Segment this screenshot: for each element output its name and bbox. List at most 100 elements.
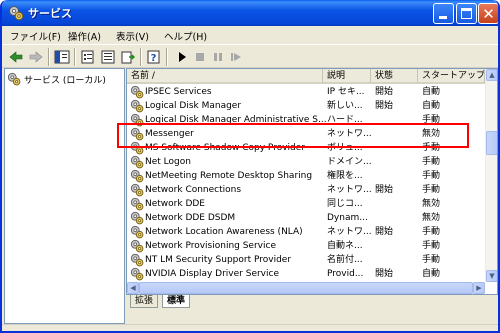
close-icon: ✕: [482, 5, 495, 23]
export-list-icon[interactable]: [120, 49, 136, 65]
service-description: ドメイン...: [327, 157, 371, 167]
service-row[interactable]: Net Logon ドメイン... 手動: [127, 155, 485, 169]
maximize-button[interactable]: [456, 3, 477, 24]
service-description: IP セキ...: [327, 87, 365, 97]
service-startup-type: 手動: [422, 157, 441, 167]
service-description: 名前付...: [327, 255, 363, 265]
service-gear-icon: [130, 197, 144, 211]
service-startup-type: 手動: [422, 227, 441, 237]
title-bar[interactable]: サービス ✕: [2, 0, 498, 26]
service-row[interactable]: Network Connections ネットワ... 開始 手動: [127, 183, 485, 197]
messenger-highlight-box: [117, 123, 469, 148]
service-gear-icon: [130, 239, 144, 253]
service-status: 開始: [375, 185, 394, 195]
service-gear-icon: [130, 99, 144, 113]
chevron-up-icon: ▲: [489, 71, 495, 79]
service-row[interactable]: NVIDIA Display Driver Service Provid... …: [127, 267, 485, 281]
service-row[interactable]: IPSEC Services IP セキ... 開始 自動: [127, 85, 485, 99]
service-startup-type: 無効: [422, 213, 441, 223]
help-icon[interactable]: ?: [146, 49, 162, 65]
service-name: Network Provisioning Service: [145, 241, 276, 251]
back-arrow-icon[interactable]: [8, 49, 24, 65]
menu-help[interactable]: ヘルプ(H): [164, 29, 207, 43]
service-status: 開始: [375, 269, 394, 279]
service-gear-icon: [130, 169, 144, 183]
services-gear-icon: [9, 6, 24, 21]
console-tree-icon[interactable]: [54, 49, 70, 65]
service-gear-icon: [130, 155, 144, 169]
pause-service-icon[interactable]: [210, 49, 226, 65]
list-header: 名前 / 説明 状態 スタートアップの種類: [127, 69, 485, 84]
service-status: [375, 239, 415, 253]
list-view-icon[interactable]: [100, 49, 116, 65]
scroll-up-button[interactable]: ▲: [486, 69, 497, 81]
menu-action[interactable]: 操作(A): [68, 29, 101, 43]
column-header-startup-type[interactable]: スタートアップの種類: [418, 69, 485, 83]
service-gear-icon: [130, 225, 144, 239]
service-row[interactable]: Logical Disk Manager 新しい... 開始 自動: [127, 99, 485, 113]
service-status: 開始: [375, 87, 394, 97]
service-row[interactable]: Network Provisioning Service 自動ネ... 手動: [127, 239, 485, 253]
service-description: ネットワ...: [327, 227, 371, 237]
toolbar-separator: [140, 48, 142, 66]
forward-arrow-icon[interactable]: [28, 49, 44, 65]
column-header-status[interactable]: 状態: [371, 69, 418, 83]
service-status: [375, 197, 415, 211]
chevron-right-icon: ▶: [476, 284, 482, 292]
service-row[interactable]: NT LM Security Support Provider 名前付... 手…: [127, 253, 485, 267]
horizontal-scroll-thumb[interactable]: [139, 282, 473, 294]
console-tree-pane[interactable]: サービス (ローカル): [4, 68, 125, 324]
horizontal-scrollbar[interactable]: ◀ ▶: [127, 282, 485, 294]
service-name: Net Logon: [145, 157, 191, 167]
service-status: 開始: [375, 101, 394, 111]
service-row[interactable]: Network DDE 同じコ... 無効: [127, 197, 485, 211]
start-service-icon[interactable]: [174, 49, 190, 65]
service-row[interactable]: Network Location Awareness (NLA) ネットワ...…: [127, 225, 485, 239]
vertical-scrollbar[interactable]: ▲ ▼: [485, 69, 497, 282]
service-description: 同じコ...: [327, 199, 363, 209]
services-gear-icon: [7, 72, 21, 86]
tree-item-label: サービス (ローカル): [24, 76, 106, 86]
tab-extended[interactable]: 拡張: [130, 295, 159, 308]
service-startup-type: 自動: [422, 87, 441, 97]
close-button[interactable]: ✕: [478, 3, 498, 24]
toolbar: ?: [2, 44, 498, 68]
window-title: サービス: [28, 7, 72, 20]
scroll-right-button[interactable]: ▶: [473, 282, 485, 294]
service-description: Provid...: [327, 269, 364, 279]
scroll-down-button[interactable]: ▼: [486, 270, 497, 282]
column-header-description[interactable]: 説明: [323, 69, 371, 83]
service-row[interactable]: NetMeeting Remote Desktop Sharing 権限を...…: [127, 169, 485, 183]
properties-icon[interactable]: [80, 49, 96, 65]
column-header-name[interactable]: 名前 /: [127, 69, 323, 83]
service-name: NetMeeting Remote Desktop Sharing: [145, 171, 313, 181]
service-startup-type: 手動: [422, 241, 441, 251]
service-status: [375, 169, 415, 183]
service-status: [375, 211, 415, 225]
service-gear-icon: [130, 211, 144, 225]
tab-standard[interactable]: 標準: [162, 295, 191, 308]
service-startup-type: 手動: [422, 185, 441, 195]
chevron-left-icon: ◀: [130, 284, 136, 292]
service-startup-type: 手動: [422, 171, 441, 181]
minimize-icon: [439, 16, 447, 19]
vertical-scroll-thumb[interactable]: [486, 131, 497, 155]
services-list-pane: 名前 / 説明 状態 スタートアップの種類 IPSEC Services IP …: [126, 68, 498, 295]
chevron-down-icon: ▼: [489, 272, 495, 280]
stop-service-icon[interactable]: [192, 49, 208, 65]
toolbar-separator: [48, 48, 50, 66]
service-description: 自動ネ...: [327, 241, 363, 251]
service-startup-type: 自動: [422, 269, 441, 279]
minimize-button[interactable]: [433, 3, 454, 24]
service-gear-icon: [130, 267, 144, 281]
toolbar-separator: [74, 48, 76, 66]
service-startup-type: 無効: [422, 199, 441, 209]
service-startup-type: 手動: [422, 255, 441, 265]
service-status: [375, 155, 415, 169]
restart-service-icon[interactable]: [228, 49, 244, 65]
service-row[interactable]: Network DDE DSDM Dynam... 無効: [127, 211, 485, 225]
menu-file[interactable]: ファイル(F): [10, 29, 61, 43]
scroll-left-button[interactable]: ◀: [127, 282, 139, 294]
menu-view[interactable]: 表示(V): [116, 29, 149, 43]
service-name: Logical Disk Manager: [145, 101, 242, 111]
